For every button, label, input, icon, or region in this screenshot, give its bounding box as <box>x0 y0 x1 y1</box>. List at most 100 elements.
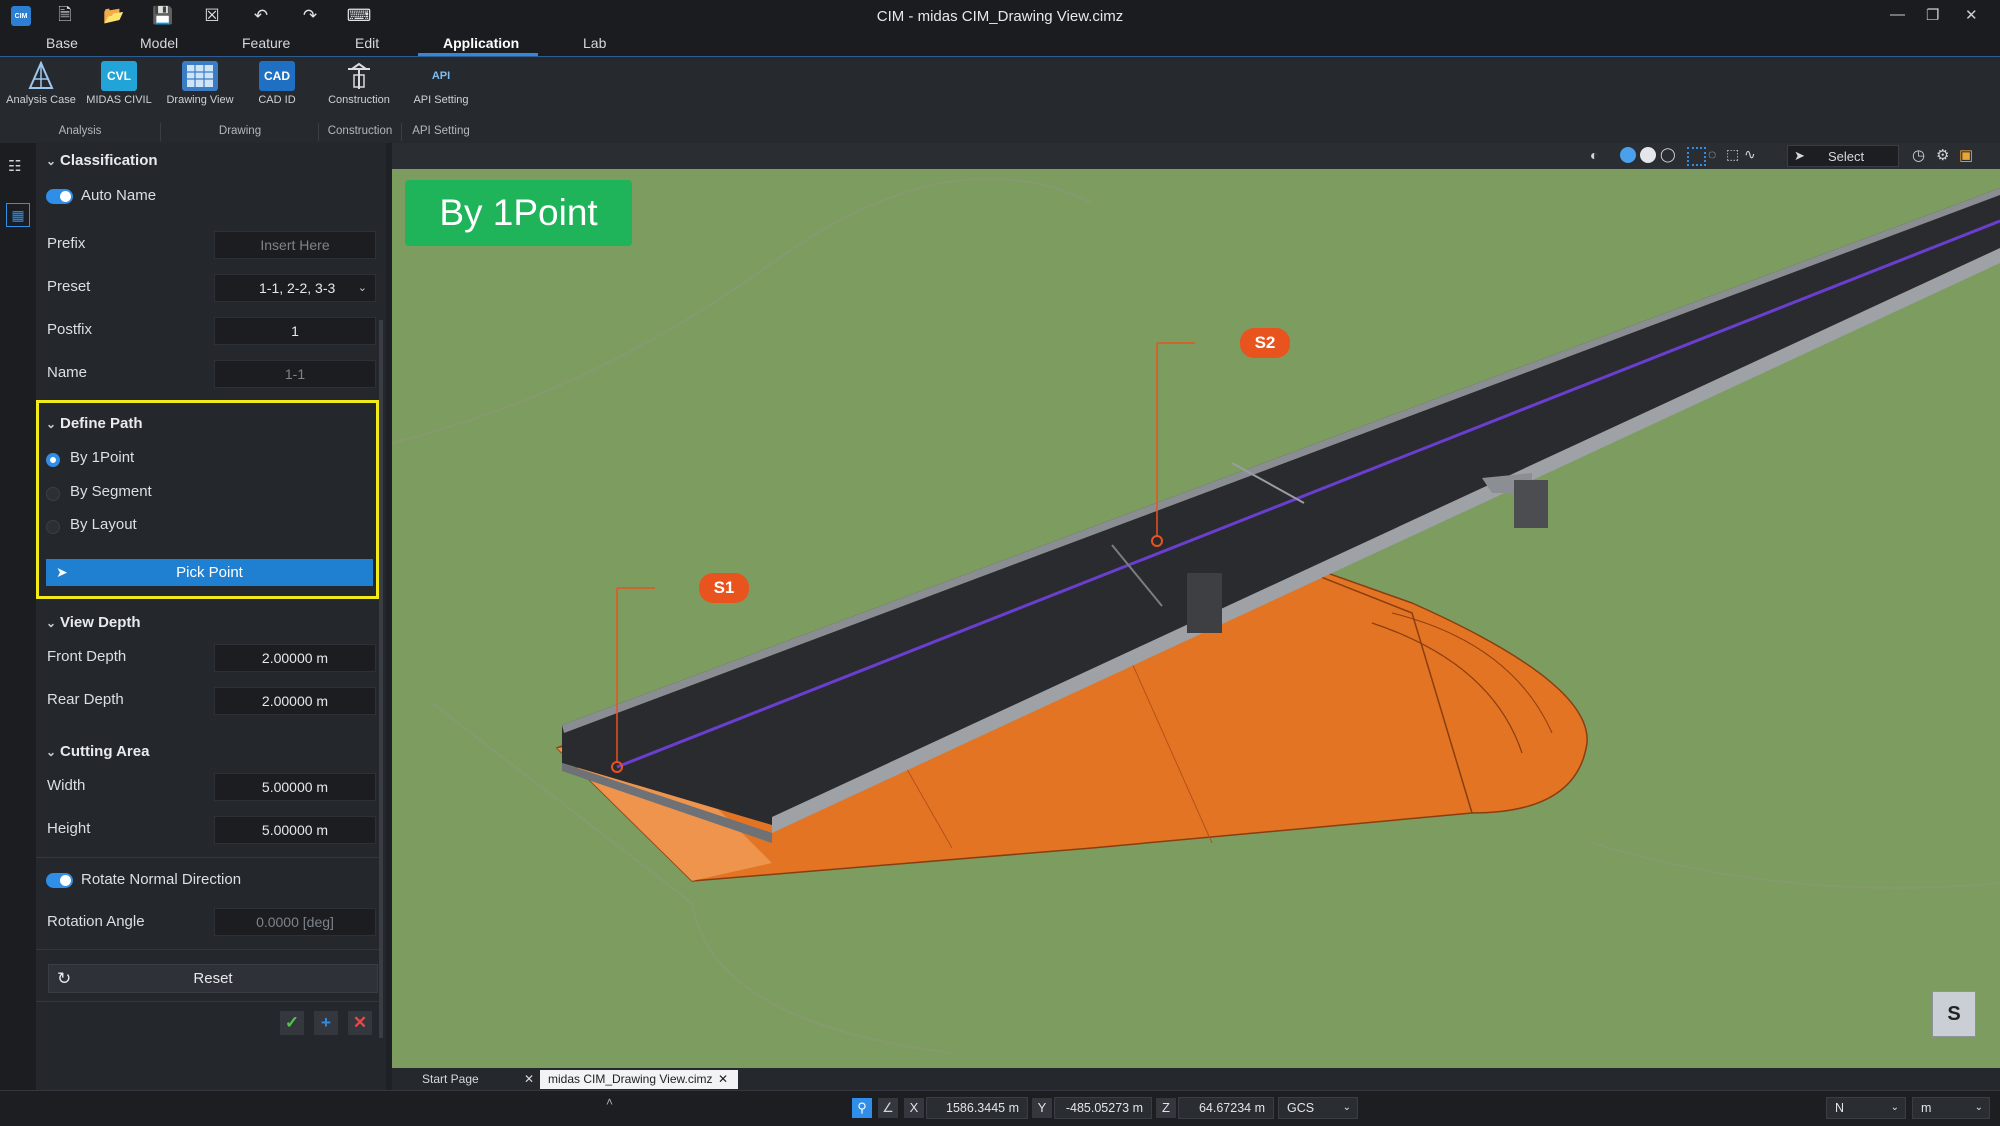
close-tab-icon[interactable]: ✕ <box>524 1070 534 1089</box>
tab-lab[interactable]: Lab <box>583 35 606 51</box>
midas-civil-icon: CVL <box>101 61 137 91</box>
section-tag-s1[interactable]: S1 <box>699 573 749 603</box>
wireframe-mode-icon[interactable]: ◯ <box>1660 146 1676 163</box>
clock-icon[interactable]: ◷ <box>1912 146 1925 164</box>
radio-by-1point[interactable] <box>46 453 60 467</box>
left-icon-strip: ☷ ▦ <box>0 143 37 1090</box>
construction-button[interactable]: Construction <box>320 61 398 106</box>
minimize-icon[interactable]: — <box>1890 6 1905 23</box>
construction-icon <box>341 61 377 91</box>
tab-application[interactable]: Application <box>443 35 519 51</box>
analysis-case-button[interactable]: Analysis Case <box>4 61 78 106</box>
classification-header[interactable]: ⌄ Classification <box>46 152 158 169</box>
settings-icon[interactable]: ⚙ <box>1936 146 1949 164</box>
tab-edit[interactable]: Edit <box>355 35 379 51</box>
width-label: Width <box>47 777 86 794</box>
divider <box>36 1001 381 1002</box>
chevron-down-icon: ⌄ <box>46 154 57 168</box>
x-coordinate: 1586.3445 m <box>926 1097 1028 1119</box>
rear-depth-label: Rear Depth <box>47 691 124 708</box>
ribbon-group-drawing: Drawing <box>218 125 262 137</box>
prefix-label: Prefix <box>47 235 86 252</box>
preset-select[interactable]: 1-1, 2-2, 3-3 ⌄ <box>214 274 376 302</box>
unit-select[interactable]: m ⌄ <box>1912 1097 1990 1119</box>
radio-by-segment[interactable] <box>46 487 60 501</box>
pick-point-button[interactable]: ➤ Pick Point <box>46 559 373 586</box>
drawing-view-button[interactable]: Drawing View <box>162 61 238 106</box>
ribbon-group-analysis: Analysis <box>58 125 102 137</box>
angle-icon[interactable]: ∠ <box>878 1098 898 1118</box>
view-depth-header[interactable]: ⌄ View Depth <box>46 614 141 631</box>
reset-button[interactable]: ↻ Reset <box>48 964 378 993</box>
snap-icon[interactable]: ⚲ <box>852 1098 872 1118</box>
cad-id-button[interactable]: CAD CAD ID <box>246 61 308 106</box>
box-select-icon[interactable] <box>1687 147 1706 166</box>
divider <box>36 857 381 858</box>
height-input[interactable]: 5.00000 m <box>214 816 376 844</box>
view-fit-icon[interactable]: ◐ <box>1590 147 1598 163</box>
viewport-toolbar: ◐ ◯ ◌ ⬚ ∿ ➤ Select ◷ ⚙ ▣ <box>392 143 2000 169</box>
section-tag-s2[interactable]: S2 <box>1240 328 1290 358</box>
3d-viewport[interactable]: S1 S2 S <box>392 143 2000 1068</box>
refresh-icon: ↻ <box>57 969 72 988</box>
tab-feature[interactable]: Feature <box>242 35 290 51</box>
select-mode-dropdown[interactable]: ➤ Select <box>1787 145 1899 167</box>
tree-view-icon[interactable]: ☷ <box>8 157 28 177</box>
tab-drawing-view[interactable]: midas CIM_Drawing View.cimz ✕ <box>540 1070 738 1089</box>
x-coordinate-label: X <box>904 1098 924 1118</box>
rotate-normal-label: Rotate Normal Direction <box>81 871 242 888</box>
rotate-normal-toggle[interactable] <box>46 873 73 888</box>
chevron-down-icon: ⌄ <box>46 616 57 630</box>
close-tab-icon[interactable]: ✕ <box>718 1070 728 1089</box>
auto-name-toggle[interactable] <box>46 189 73 204</box>
cross-select-icon[interactable]: ⬚ <box>1726 146 1739 163</box>
coordinate-system-select[interactable]: GCS ⌄ <box>1278 1097 1358 1119</box>
tab-start-page[interactable]: Start Page ✕ <box>412 1070 542 1089</box>
height-label: Height <box>47 820 91 837</box>
chevron-down-icon: ⌄ <box>1342 1102 1351 1113</box>
postfix-input[interactable]: 1 <box>214 317 376 345</box>
lasso-select-icon[interactable]: ∿ <box>1744 146 1756 163</box>
preset-label: Preset <box>47 278 91 295</box>
bridge-model-scene <box>392 143 2000 1068</box>
window-title: CIM - midas CIM_Drawing View.cimz <box>876 8 1124 25</box>
rear-depth-input[interactable]: 2.00000 m <box>214 687 376 715</box>
north-select[interactable]: N ⌄ <box>1826 1097 1906 1119</box>
radio-label-by-1point: By 1Point <box>70 449 135 466</box>
title-bar: CIM 🗎 📂 💾 ☒ ↶ ↷ ⌨ CIM - midas CIM_Drawin… <box>0 0 2000 33</box>
radio-label-by-layout: By Layout <box>70 516 137 533</box>
solid-mode-icon[interactable] <box>1640 147 1656 163</box>
chevron-up-icon[interactable]: ˄ <box>606 1095 613 1109</box>
rotation-angle-input: 0.0000 [deg] <box>214 908 376 936</box>
prefix-input[interactable]: Insert Here <box>214 231 376 259</box>
status-bar: ˄ ⚲ ∠ X 1586.3445 m Y -485.05273 m Z 64.… <box>0 1090 2000 1126</box>
restore-icon[interactable]: ❐ <box>1926 6 1939 24</box>
shade-mode-icon[interactable] <box>1620 147 1636 163</box>
postfix-label: Postfix <box>47 321 93 338</box>
snapshot-icon[interactable]: ▣ <box>1959 146 1973 164</box>
chevron-down-icon: ⌄ <box>357 282 367 294</box>
api-setting-button[interactable]: API API Setting <box>405 61 477 106</box>
tab-model[interactable]: Model <box>140 35 178 51</box>
radio-by-layout[interactable] <box>46 520 60 534</box>
midas-civil-button[interactable]: CVL MIDAS CIVIL <box>82 61 156 106</box>
front-depth-label: Front Depth <box>47 648 127 665</box>
cursor-icon: ➤ <box>1794 148 1805 163</box>
add-icon[interactable]: + <box>314 1011 338 1035</box>
tab-base[interactable]: Base <box>46 35 78 51</box>
panel-scrollbar[interactable] <box>379 320 383 1038</box>
circle-select-icon[interactable]: ◌ <box>1708 146 1716 162</box>
cancel-icon[interactable]: ✕ <box>348 1011 372 1035</box>
confirm-icon[interactable]: ✓ <box>280 1011 304 1035</box>
properties-icon[interactable]: ▦ <box>6 203 30 227</box>
api-setting-icon: API <box>431 70 451 82</box>
cutting-area-header[interactable]: ⌄ Cutting Area <box>46 743 149 760</box>
front-depth-input[interactable]: 2.00000 m <box>214 644 376 672</box>
ribbon-divider <box>160 123 161 141</box>
width-input[interactable]: 5.00000 m <box>214 773 376 801</box>
view-cube[interactable]: S <box>1932 991 1976 1037</box>
z-coordinate: 64.67234 m <box>1178 1097 1274 1119</box>
name-input: 1-1 <box>214 360 376 388</box>
define-path-header[interactable]: ⌄ Define Path <box>46 415 143 432</box>
close-window-icon[interactable]: ✕ <box>1965 6 1978 24</box>
